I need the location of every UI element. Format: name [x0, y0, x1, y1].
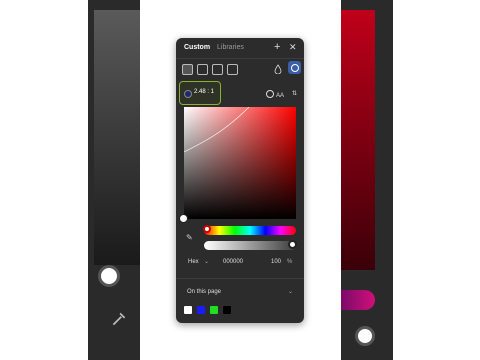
- background-knob: [98, 265, 120, 287]
- eyedropper-icon: [112, 312, 126, 326]
- adjust-icon[interactable]: ⇅: [292, 90, 297, 97]
- background-bar: [341, 290, 375, 310]
- color-swatch[interactable]: [197, 306, 205, 314]
- opacity-input[interactable]: 100: [271, 259, 281, 265]
- contrast-curve: [184, 107, 250, 153]
- video-fill-icon[interactable]: [227, 64, 238, 75]
- tab-libraries[interactable]: Libraries: [217, 44, 244, 51]
- background-gradient: [341, 10, 375, 270]
- solid-fill-icon[interactable]: [182, 64, 193, 75]
- linear-gradient-icon[interactable]: [197, 64, 208, 75]
- hue-slider[interactable]: [204, 226, 296, 235]
- background-right-panel: [341, 0, 393, 360]
- color-swatch[interactable]: [184, 306, 192, 314]
- contrast-controls: AA ⇅: [266, 90, 297, 99]
- saturation-brightness-field[interactable]: [184, 107, 296, 219]
- background-knob: [355, 326, 375, 346]
- hue-slider-knob[interactable]: [203, 225, 211, 233]
- library-select[interactable]: On this page ⌄: [184, 287, 296, 299]
- close-icon[interactable]: ✕: [289, 42, 297, 53]
- hex-input[interactable]: 000000: [223, 259, 243, 265]
- library-select-label: On this page: [187, 289, 222, 295]
- blend-icon[interactable]: [288, 61, 301, 74]
- contrast-ratio: 2.48 : 1: [194, 89, 215, 95]
- panel-header: Custom Libraries + ✕: [176, 38, 304, 59]
- opacity-unit: %: [287, 259, 293, 265]
- fill-type-toolbar: [176, 60, 304, 80]
- color-swatch[interactable]: [210, 306, 218, 314]
- background-gradient: [94, 10, 140, 265]
- color-swatch[interactable]: [223, 306, 231, 314]
- eyedropper-icon[interactable]: [274, 64, 282, 74]
- chevron-down-icon: ⌄: [288, 289, 294, 295]
- color-picker-panel: Custom Libraries + ✕ 2.48 : 1 AA ⇅ ✎ Hex…: [176, 38, 304, 323]
- eyedropper-icon[interactable]: ✎: [186, 233, 194, 243]
- color-mode-select[interactable]: Hex: [188, 259, 199, 265]
- chevron-down-icon[interactable]: ⌄: [204, 258, 209, 265]
- divider: [176, 278, 304, 279]
- contrast-color-dot: [184, 90, 192, 98]
- background-left-panel: [88, 0, 140, 360]
- color-values-row: Hex ⌄ 000000 100 %: [182, 257, 298, 269]
- opacity-slider-knob[interactable]: [288, 240, 297, 249]
- image-fill-icon[interactable]: [212, 64, 223, 75]
- no-contrast-icon[interactable]: [266, 90, 274, 98]
- contrast-badge[interactable]: 2.48 : 1: [179, 81, 221, 105]
- aa-label[interactable]: AA: [276, 93, 284, 99]
- plus-icon[interactable]: +: [274, 41, 280, 53]
- color-field-knob[interactable]: [179, 214, 188, 223]
- tab-custom[interactable]: Custom: [184, 44, 210, 51]
- opacity-slider[interactable]: [204, 241, 296, 250]
